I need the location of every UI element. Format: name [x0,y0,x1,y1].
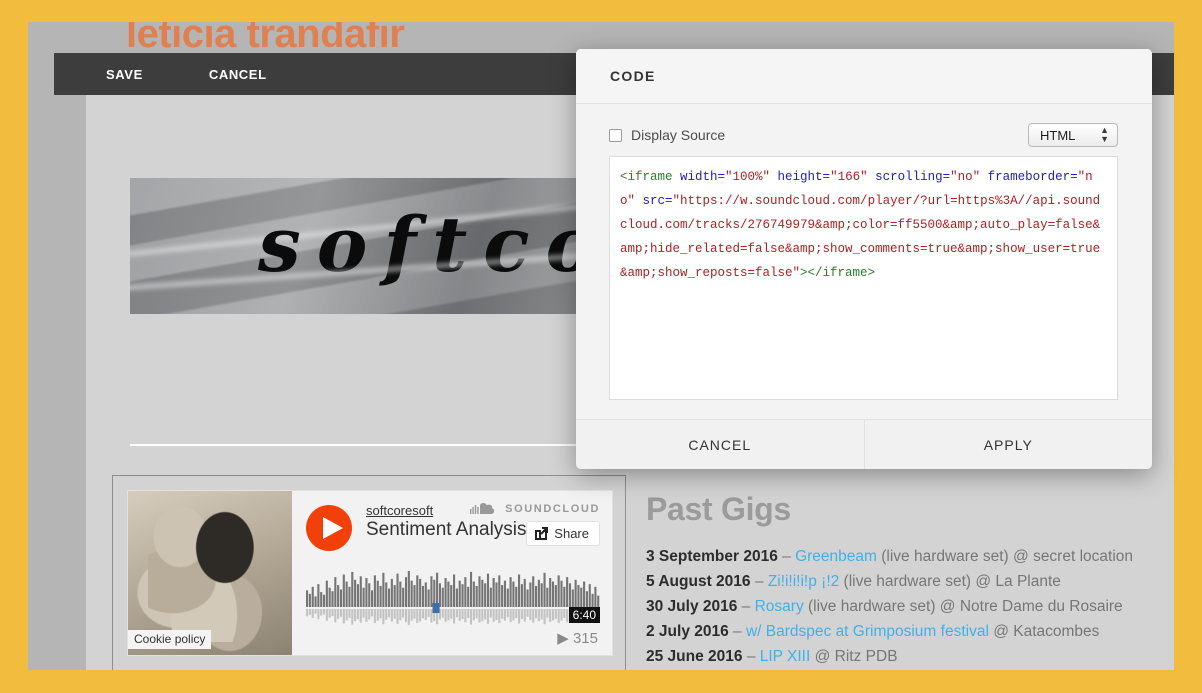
cancel-button[interactable]: CANCEL [205,67,271,82]
soundcloud-brand-label: SOUNDCLOUD [505,503,600,515]
play-count: ▶ 315 [557,629,598,647]
code-token-attr: src= [642,194,673,208]
code-token-val: "100%" [725,170,778,184]
gig-link[interactable]: Zi!i!i!i!p ¡!2 [768,573,839,590]
gig-row: 21 June 2016 – Analog Revival (live harw… [646,669,1146,670]
past-gigs-list: 3 September 2016 – Greenbeam (live hardw… [646,544,1146,670]
gig-row: 3 September 2016 – Greenbeam (live hardw… [646,544,1146,569]
play-icon[interactable] [306,505,352,551]
gig-dash: – [777,548,796,565]
dialog-footer: CANCEL APPLY [576,419,1152,469]
track-title: Sentiment Analysis [366,519,527,540]
gig-link[interactable]: w/ Bardspec at Grimposium festival [746,623,989,640]
soundcloud-cloud-icon [470,503,495,514]
gig-venue: (live hardware set) @ secret location [876,548,1134,565]
past-gigs-section: Past Gigs 3 September 2016 – Greenbeam (… [646,491,1146,670]
gig-date: 2 July 2016 [646,623,729,640]
dialog-body: Display Source HTML ▲ ▼ <iframe width="1… [576,104,1152,400]
play-count-icon: ▶ [557,630,569,647]
code-dialog: CODE Display Source HTML ▲ ▼ <iframe wid… [576,49,1152,469]
track-artwork: Cookie policy [128,491,292,655]
screenshot-viewport: leticia trandafir SAVE CANCEL Editing so… [0,0,1202,693]
soundcloud-embed-container[interactable]: Cookie policy softcoresoft Sentiment Ana… [112,475,626,670]
waveform[interactable] [306,571,600,627]
code-token-tag: > [800,266,808,280]
gig-venue: @ Ritz PDB [810,648,898,665]
gig-link[interactable]: LIP XIII [760,648,811,665]
banner-word: softco [258,200,613,289]
chevron-down-icon: ▼ [1100,134,1109,144]
track-artist-link[interactable]: softcoresoft [366,503,433,518]
code-token-attr: height= [777,170,831,184]
past-gigs-title: Past Gigs [646,491,791,527]
dialog-title: CODE [610,68,656,84]
share-label: Share [554,526,589,541]
gig-row: 25 June 2016 – LIP XIII @ Ritz PDB [646,644,1146,669]
gig-row: 30 July 2016 – Rosary (live hardware set… [646,594,1146,619]
dialog-header: CODE [576,49,1152,104]
code-token-tag: </iframe> [807,266,876,280]
gig-date: 3 September 2016 [646,548,778,565]
code-token-val: "no" [950,170,988,184]
gig-date: 5 August 2016 [646,573,751,590]
gig-venue: @ Katacombes [988,623,1100,640]
gig-row: 5 August 2016 – Zi!i!i!i!p ¡!2 (live har… [646,569,1146,594]
display-source-checkbox[interactable]: Display Source [609,127,725,143]
artwork-hand-image [147,507,273,642]
soundcloud-brand: SOUNDCLOUD [470,503,600,515]
gig-venue: (live hardware set) @ Notre Dame du Rosa… [803,598,1123,615]
dialog-cancel-button[interactable]: CANCEL [576,420,865,469]
display-source-label: Display Source [631,127,726,143]
chevron-up-icon: ▲ [1100,125,1109,135]
language-select[interactable]: HTML ▲ ▼ [1028,123,1118,147]
share-button[interactable]: Share [526,521,600,546]
gig-date: 25 June 2016 [646,648,743,665]
code-token-attr: width= [680,170,726,184]
gig-date: 30 July 2016 [646,598,738,615]
cookie-policy-link[interactable]: Cookie policy [128,630,212,649]
checkbox-box-icon[interactable] [609,128,622,142]
gig-dash: – [737,598,755,615]
language-select-value: HTML [1040,127,1076,143]
code-textarea[interactable]: <iframe width="100%" height="166" scroll… [609,156,1118,400]
site-title: leticia trandafir [126,22,405,56]
play-count-value: 315 [572,630,598,647]
code-content: <iframe width="100%" height="166" scroll… [620,165,1107,285]
share-icon [535,527,549,540]
gig-row: 2 July 2016 – w/ Bardspec at Grimposium … [646,619,1146,644]
gig-link[interactable]: Greenbeam [795,548,877,565]
source-options-row: Display Source HTML ▲ ▼ [609,116,1118,154]
track-duration: 6:40 [568,607,600,623]
gig-dash: – [742,648,760,665]
soundcloud-widget[interactable]: Cookie policy softcoresoft Sentiment Ana… [127,490,613,656]
save-button[interactable]: SAVE [102,67,147,82]
dialog-apply-button[interactable]: APPLY [864,420,1152,469]
gig-dash: – [728,623,746,640]
code-token-attr: frameborder= [987,170,1078,184]
gig-venue: (live hardware set) @ La Plante [839,573,1061,590]
code-token-attr: scrolling= [875,170,951,184]
chevron-updown-icon[interactable]: ▲ ▼ [1100,125,1109,144]
gig-dash: – [750,573,768,590]
code-token-tag: <iframe [620,170,681,184]
code-token-val: "166" [830,170,876,184]
gig-link[interactable]: Rosary [755,598,804,615]
soundcloud-player-body: softcoresoft Sentiment Analysis SOUNDCLO… [292,491,612,655]
